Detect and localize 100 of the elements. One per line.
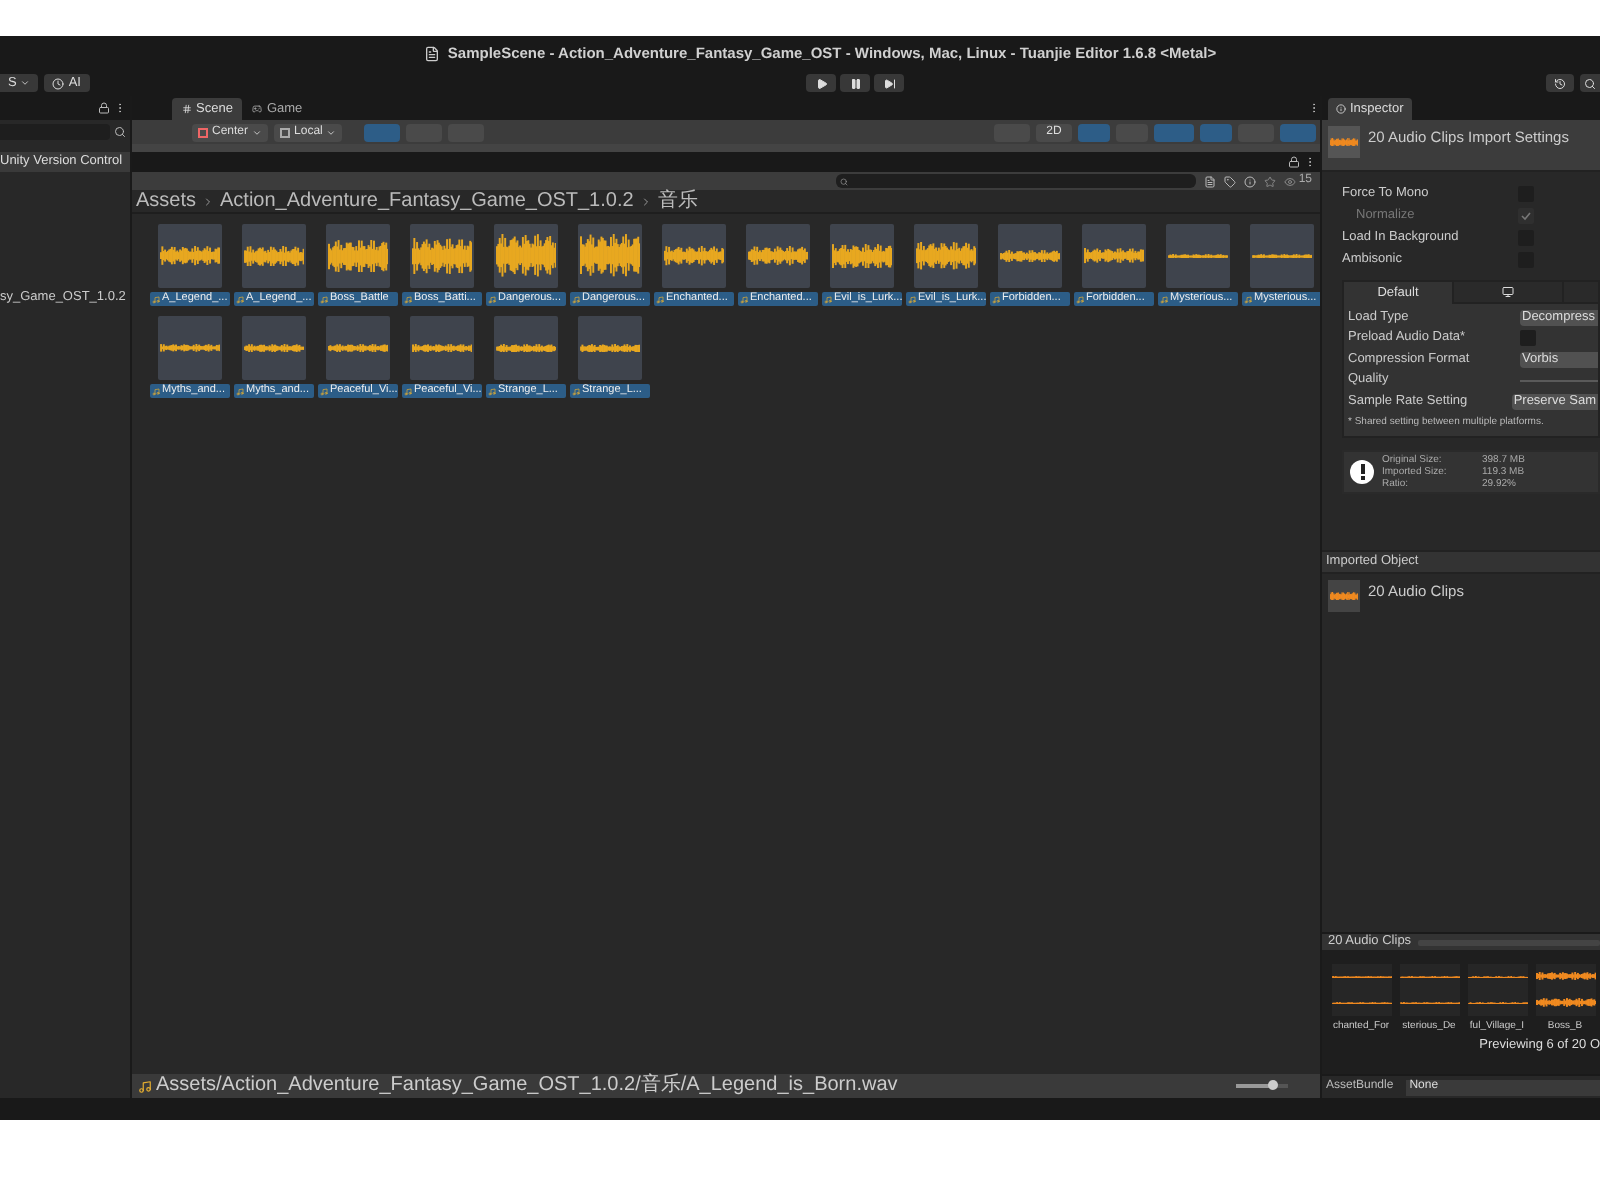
eye-icon[interactable] [1284,175,1297,187]
waveform-drawing [160,344,220,352]
music-note-icon [656,295,664,303]
lock-icon[interactable] [1288,156,1300,168]
play-icon [815,77,828,89]
audio-thumbnail[interactable] [494,316,558,380]
audio-thumbnail[interactable] [410,316,474,380]
history-button[interactable] [1546,74,1574,92]
audio-thumbnail[interactable] [1166,224,1230,288]
waveform-drawing [916,242,976,270]
pause-button[interactable] [840,74,871,92]
audio-thumbnail[interactable] [578,224,642,288]
audio-thumbnail[interactable] [1082,224,1146,288]
step-icon [883,77,896,89]
slider-thumb[interactable] [1267,1080,1278,1090]
waveform-drawing [1330,591,1358,601]
info-icon [1336,104,1346,114]
waveform-drawing [160,246,220,266]
waveform-drawing [1330,137,1358,147]
search-icon [840,177,848,185]
audio-thumbnail[interactable] [410,224,474,288]
waveform-drawing [496,343,556,353]
audio-file-icon [138,1079,152,1093]
search-icon[interactable] [114,126,126,138]
waveform-drawing [1084,248,1144,264]
audio-thumbnail[interactable] [746,224,810,288]
breadcrumb-item[interactable]: 音乐 [657,191,698,211]
breadcrumb-item[interactable]: Action_Adventure_Fantasy_Game_OST_1.0.2 [220,191,634,211]
lock-icon[interactable] [98,102,110,114]
waveform-drawing [328,343,388,353]
music-note-icon [152,387,160,395]
music-note-icon [1076,295,1084,303]
monitor-icon [1502,286,1514,298]
waveform-drawing [580,234,640,278]
audio-thumbnail[interactable] [326,224,390,288]
pause-icon [849,77,862,89]
waveform-drawing [1000,249,1060,263]
waveform-drawing [580,343,640,353]
music-note-icon [1244,295,1252,303]
pivot-icon [198,127,208,137]
waveform-drawing [244,245,304,267]
waveform-drawing [412,343,472,353]
scene-file-icon [423,45,440,61]
music-note-icon [320,295,328,303]
grid-icon [182,104,192,114]
star-icon[interactable] [1264,175,1277,187]
audio-thumbnail[interactable] [662,224,726,288]
history-icon [1554,77,1566,89]
gizmo-toggle-button[interactable] [448,123,485,141]
music-note-icon [908,295,916,303]
audio-thumbnail[interactable] [830,224,894,288]
music-note-icon [404,387,412,395]
waveform-drawing [832,243,892,269]
music-note-icon [572,387,580,395]
waveform-drawing [1535,998,1595,1008]
warning-icon [1350,460,1374,484]
audio-thumbnail[interactable] [158,316,222,380]
music-note-icon [992,295,1000,303]
audio-thumbnail[interactable] [1250,224,1314,288]
caret-icon [20,78,31,88]
audio-thumbnail[interactable] [158,224,222,288]
music-note-icon [236,295,244,303]
audio-thumbnail[interactable] [242,316,306,380]
music-note-icon [404,295,412,303]
waveform-drawing [328,239,388,273]
audio-thumbnail[interactable] [914,224,978,288]
waveform-drawing [1168,253,1228,259]
waveform-drawing [412,237,472,275]
waveform-drawing [664,246,724,266]
filter-type-icon[interactable] [1204,175,1217,187]
waveform-drawing [1252,253,1312,259]
play-button[interactable] [806,74,837,92]
audio-thumbnail[interactable] [578,316,642,380]
cube-icon [280,127,291,137]
music-note-icon [1160,295,1168,303]
step-button[interactable] [874,74,905,92]
visibility-toggle-button[interactable] [1200,123,1232,141]
audio-thumbnail[interactable] [242,224,306,288]
lighting-toggle-button[interactable] [1078,123,1110,141]
platform-tab[interactable] [1454,282,1564,304]
audio-thumbnail[interactable] [326,316,390,380]
music-note-icon [152,295,160,303]
music-note-icon [488,387,496,395]
audio-thumbnail[interactable] [998,224,1062,288]
music-note-icon [236,387,244,395]
caret-icon [326,127,337,137]
waveform-drawing [748,246,808,266]
chevron-icon [639,195,652,207]
breadcrumb-item[interactable]: Assets [136,191,197,211]
audio-thumbnail[interactable] [494,224,558,288]
tag-icon[interactable] [1224,175,1237,187]
search-icon [1584,77,1596,89]
gamepad-icon [252,104,263,114]
info-icon[interactable] [1244,175,1257,187]
search-field[interactable] [836,174,1197,188]
music-note-icon [488,295,496,303]
checkmark-icon [1520,209,1532,221]
waveform-drawing [1535,972,1595,981]
audio-toggle-button[interactable] [1116,123,1148,141]
search-button[interactable] [1580,74,1600,92]
